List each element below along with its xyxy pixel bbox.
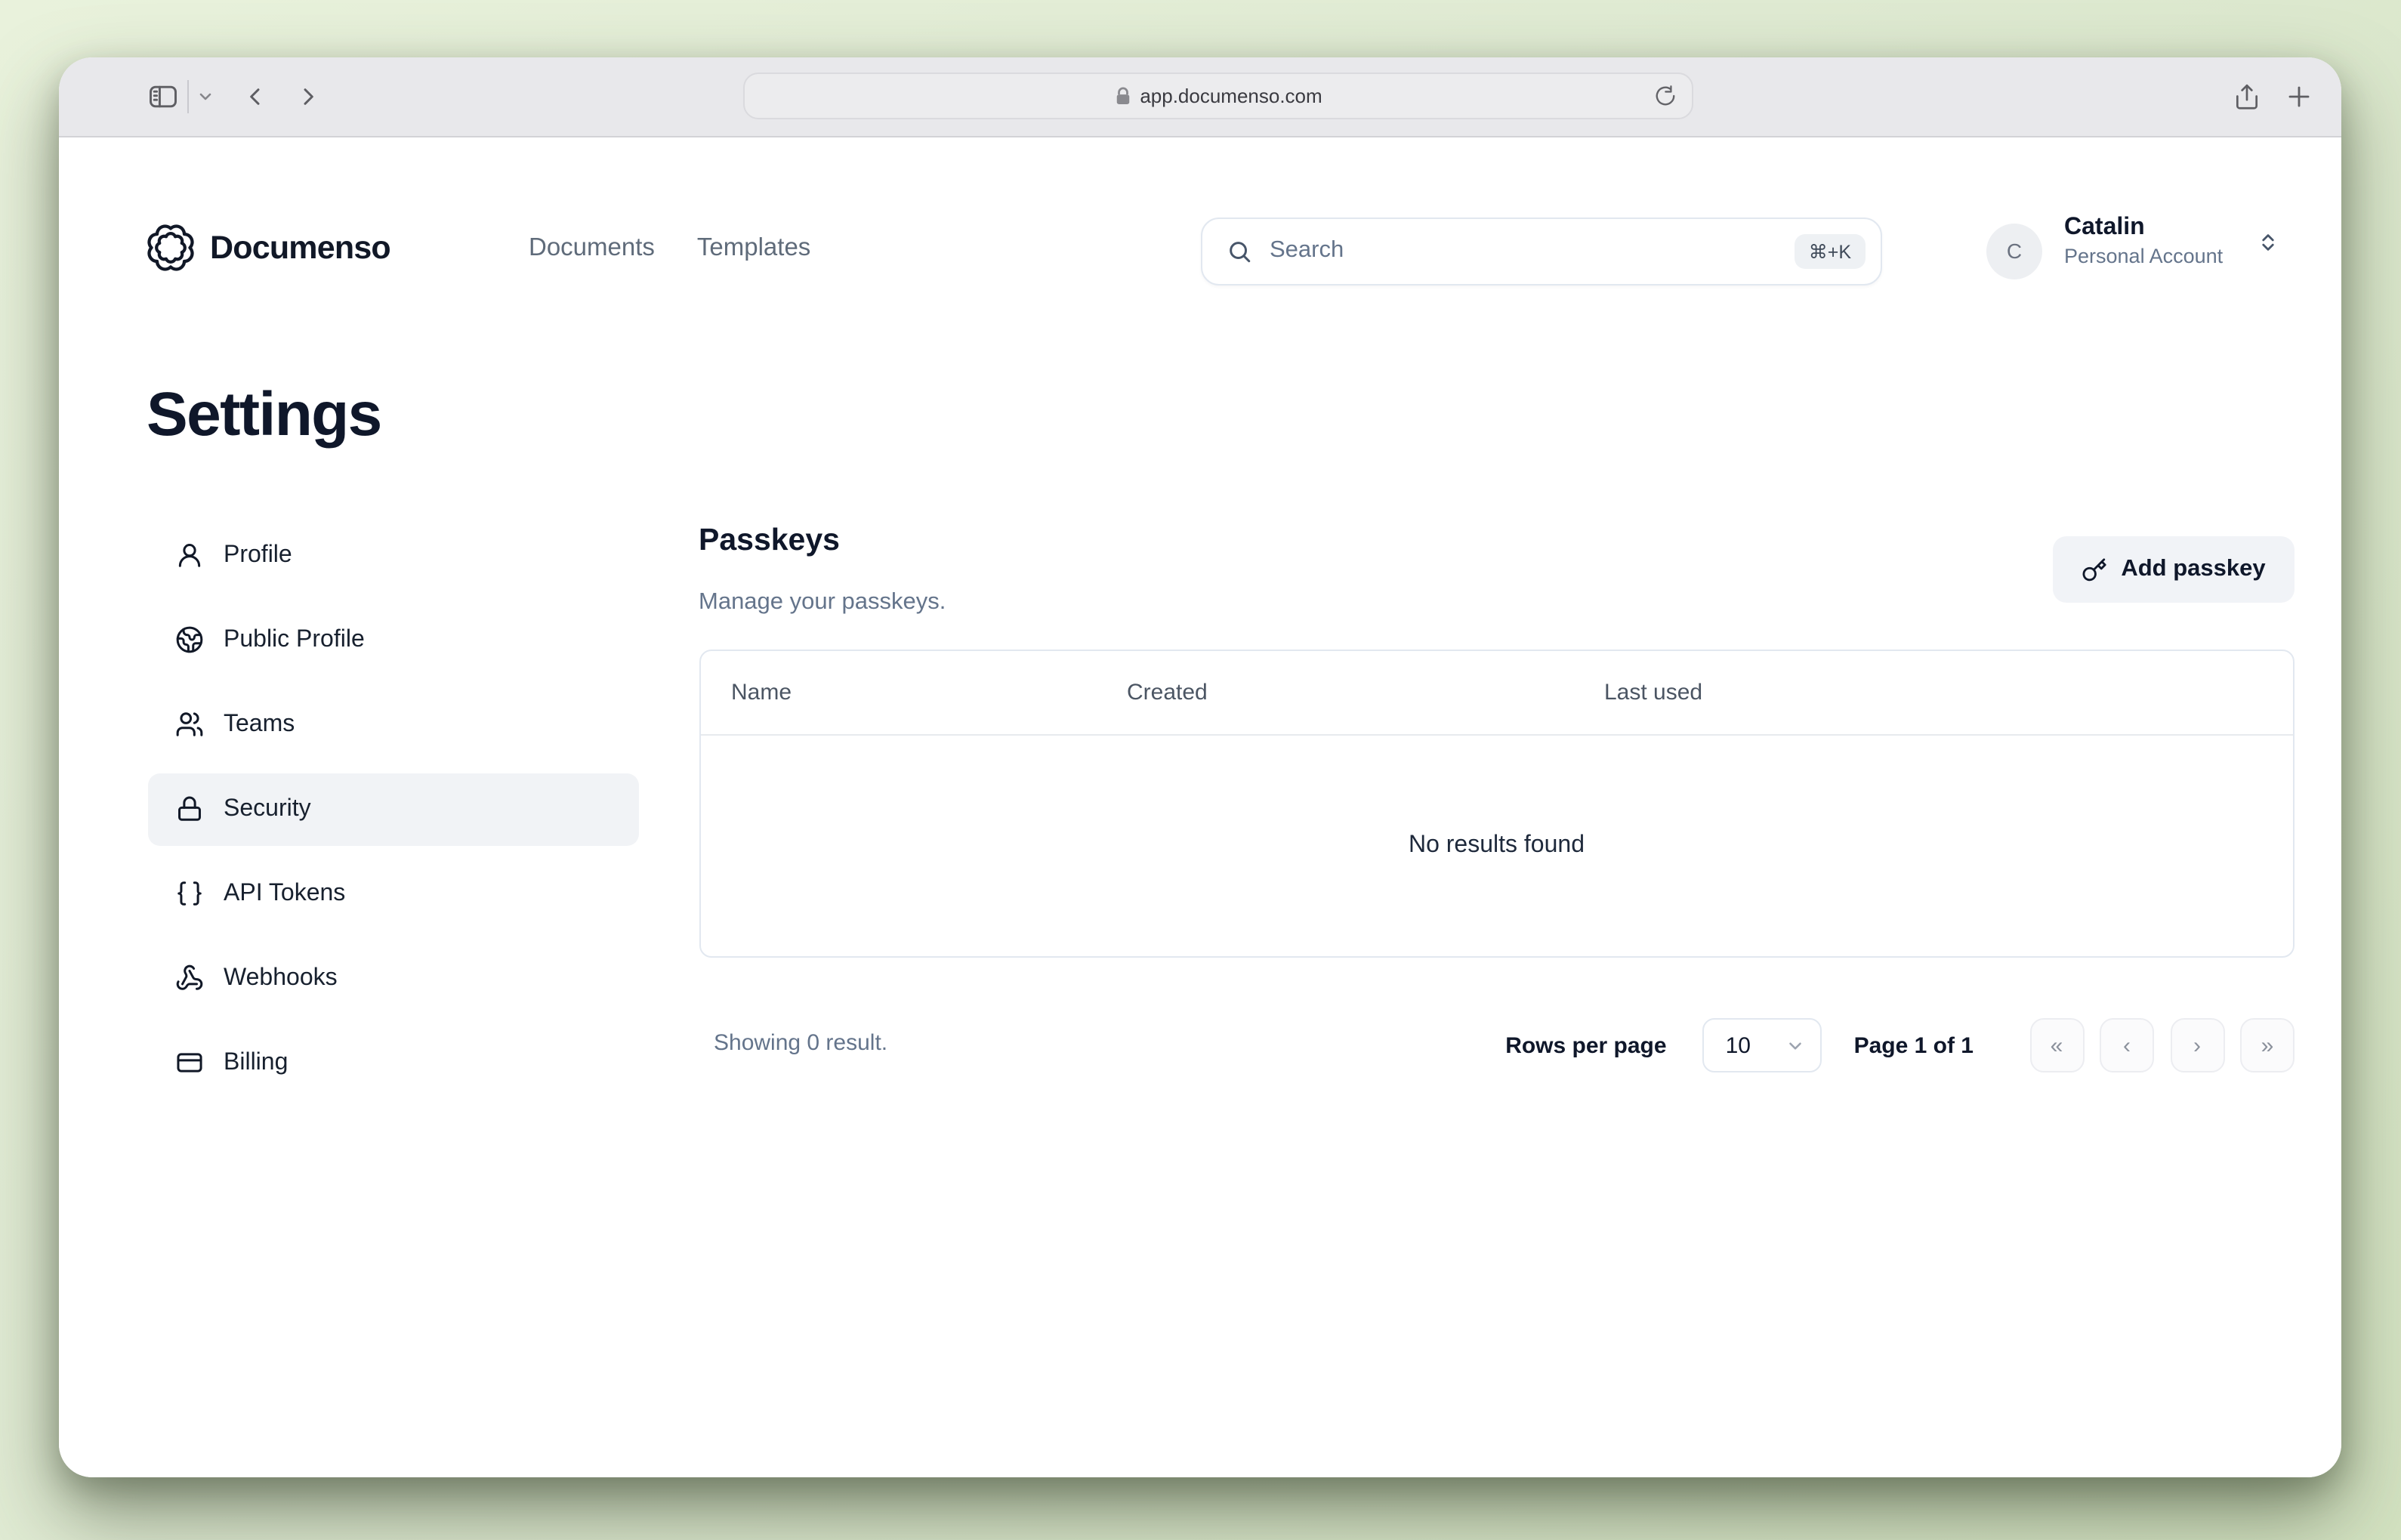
column-header-name: Name (731, 651, 792, 734)
chevron-down-icon[interactable] (195, 57, 216, 136)
search-icon (1226, 238, 1251, 264)
sidebar-item-label: Teams (224, 711, 295, 738)
table-body: No results found (700, 736, 2293, 956)
section-subtitle: Manage your passkeys. (699, 589, 946, 616)
nav-documents[interactable]: Documents (529, 233, 655, 262)
table-footer: Showing 0 result. Rows per page 10 Page … (699, 1018, 2295, 1072)
previous-page-button[interactable]: ‹ (2100, 1018, 2154, 1072)
credit-card-icon (175, 1048, 204, 1077)
settings-sidebar: Profile Public Profile (148, 519, 639, 1111)
search-shortcut-badge: ⌘+K (1795, 233, 1865, 268)
sidebar-item-label: API Tokens (224, 880, 345, 907)
documenso-seal-icon (145, 222, 196, 273)
sidebar-item-label: Security (224, 795, 311, 822)
empty-state-text: No results found (1409, 832, 1585, 859)
pagination-controls: Rows per page 10 Page 1 of 1 « ‹ › » (1505, 1018, 2295, 1072)
nav-templates[interactable]: Templates (697, 233, 810, 262)
column-header-last-used: Last used (1604, 651, 1702, 734)
sidebar-item-billing[interactable]: Billing (148, 1026, 639, 1099)
webhook-icon (175, 964, 204, 992)
tabs-overview-icon[interactable] (2337, 57, 2341, 136)
address-bar[interactable]: app.documenso.com (743, 73, 1693, 119)
brand-logo[interactable]: Documenso (145, 222, 390, 273)
reload-icon[interactable] (1654, 84, 1677, 106)
lock-icon (175, 795, 204, 823)
back-icon[interactable] (243, 57, 267, 136)
sidebar-item-public-profile[interactable]: Public Profile (148, 603, 639, 676)
chevron-down-icon (1786, 1035, 1806, 1055)
last-page-button[interactable]: » (2240, 1018, 2295, 1072)
results-count-text: Showing 0 result. (714, 1030, 887, 1056)
avatar[interactable]: C (1986, 223, 2042, 279)
browser-toolbar: app.documenso.com (59, 57, 2341, 137)
account-menu[interactable]: Catalin Personal Account (2064, 213, 2223, 270)
main-nav: Documents Templates (529, 222, 810, 273)
sidebar-item-label: Billing (224, 1049, 288, 1076)
add-passkey-label: Add passkey (2121, 556, 2265, 583)
braces-icon (175, 879, 204, 908)
next-page-button[interactable]: › (2170, 1018, 2224, 1072)
toolbar-divider (187, 80, 189, 113)
sidebar-item-webhooks[interactable]: Webhooks (148, 942, 639, 1014)
sidebar-item-security[interactable]: Security (148, 773, 639, 845)
forward-icon[interactable] (296, 57, 320, 136)
sidebar-toggle-icon[interactable] (145, 57, 181, 136)
section-title: Passkeys (699, 523, 840, 559)
sidebar-item-label: Webhooks (224, 964, 338, 992)
account-name: Catalin (2064, 213, 2223, 243)
first-page-button[interactable]: « (2029, 1018, 2084, 1072)
search-input[interactable] (1267, 236, 1780, 266)
passkeys-table: Name Created Last used No results found (699, 650, 2295, 957)
user-icon (175, 541, 204, 569)
browser-window: app.documenso.com (59, 57, 2341, 1477)
users-icon (175, 710, 204, 739)
url-text: app.documenso.com (1140, 85, 1322, 107)
page-title: Settings (147, 379, 381, 450)
search-box[interactable]: ⌘+K (1200, 217, 1881, 285)
rows-per-page-value: 10 (1726, 1032, 1751, 1058)
account-type: Personal Account (2064, 243, 2223, 270)
desktop-background: app.documenso.com (0, 0, 2401, 1540)
add-passkey-button[interactable]: Add passkey (2053, 536, 2295, 603)
lock-icon (1114, 86, 1131, 106)
globe-icon (175, 625, 204, 654)
sidebar-item-teams[interactable]: Teams (148, 688, 639, 761)
rows-per-page-select[interactable]: 10 (1703, 1018, 1822, 1072)
column-header-created: Created (1127, 651, 1208, 734)
sidebar-item-profile[interactable]: Profile (148, 519, 639, 591)
sidebar-item-api-tokens[interactable]: API Tokens (148, 857, 639, 930)
app-content: Documenso Documents Templates ⌘+K C Cata… (59, 137, 2341, 1477)
sidebar-item-label: Public Profile (224, 626, 365, 653)
sidebar-item-label: Profile (224, 542, 292, 569)
share-icon[interactable] (2230, 57, 2263, 136)
table-header-row: Name Created Last used (700, 651, 2293, 736)
brand-name: Documenso (210, 229, 390, 267)
key-icon (2082, 557, 2107, 582)
new-tab-icon[interactable] (2282, 57, 2316, 136)
page-status: Page 1 of 1 (1854, 1032, 1974, 1058)
rows-per-page-label: Rows per page (1505, 1032, 1666, 1058)
chevrons-up-down-icon[interactable] (2257, 231, 2279, 254)
